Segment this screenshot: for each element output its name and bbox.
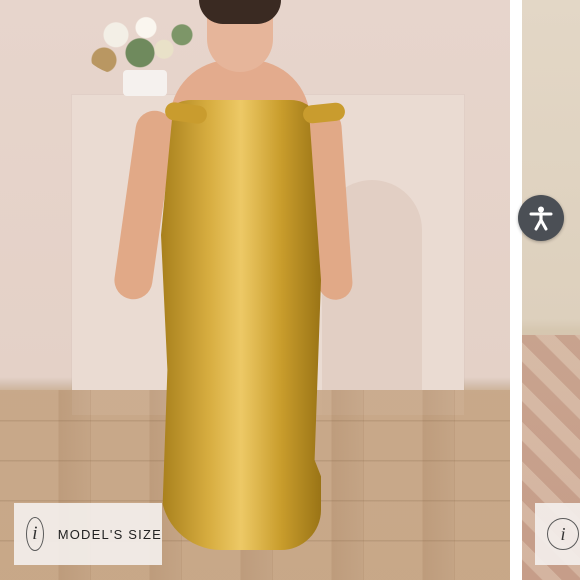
- gold-satin-dress: [161, 100, 321, 550]
- gallery-slide-next[interactable]: i: [522, 0, 580, 580]
- info-icon: i: [547, 518, 579, 550]
- model-photo: [111, 0, 354, 560]
- gallery-slide-main[interactable]: i MODEL'S SIZE: [0, 0, 510, 580]
- slide-gap: [510, 0, 522, 580]
- next-slide-size-button[interactable]: i: [535, 503, 580, 565]
- model-hair: [199, 0, 281, 24]
- models-size-label: MODEL'S SIZE: [57, 526, 162, 542]
- accessibility-person-icon: [529, 206, 553, 231]
- accessibility-button[interactable]: [518, 195, 564, 241]
- info-icon: i: [26, 517, 44, 551]
- models-size-button[interactable]: i MODEL'S SIZE: [14, 503, 162, 565]
